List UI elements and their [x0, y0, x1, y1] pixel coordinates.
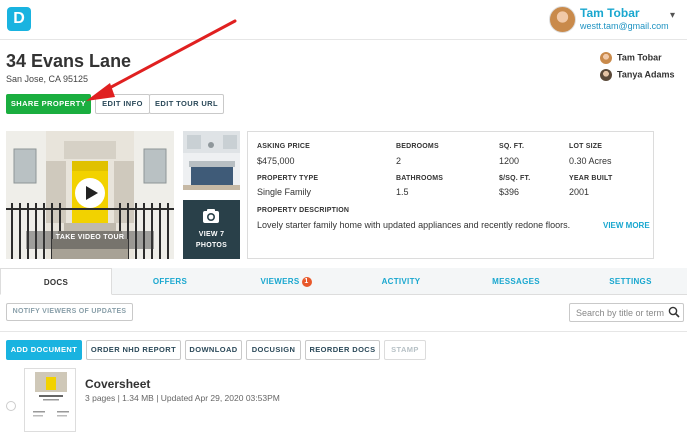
property-type-label: PROPERTY TYPE — [257, 175, 319, 182]
sqft-value: 1200 — [499, 156, 520, 166]
view-photos-button[interactable]: VIEW 7 PHOTOS — [183, 200, 240, 259]
tab-activity[interactable]: ACTIVITY — [344, 268, 458, 295]
photos-label: VIEW 7 PHOTOS — [183, 229, 240, 251]
avatar — [600, 69, 612, 81]
download-button[interactable]: DOWNLOAD — [185, 340, 242, 360]
view-more-link[interactable]: VIEW MORE — [603, 221, 650, 230]
kitchen-photo — [183, 131, 240, 190]
edit-tour-url-button[interactable]: EDIT TOUR URL — [149, 94, 224, 114]
search-icon[interactable] — [668, 306, 680, 318]
avatar — [600, 52, 612, 64]
divider — [0, 331, 687, 332]
price-sqft-label: $/SQ. FT. — [499, 175, 531, 182]
play-icon[interactable] — [74, 177, 106, 209]
bedrooms-value: 2 — [396, 156, 402, 166]
document-thumbnail[interactable] — [24, 368, 76, 432]
bathrooms-value: 1.5 — [396, 187, 409, 197]
photos-label-line1: VIEW 7 — [198, 231, 225, 238]
viewer-name: Tam Tobar — [617, 52, 662, 63]
tab-viewers[interactable]: VIEWERS 1 — [228, 268, 344, 295]
document-preview — [25, 369, 75, 431]
description-text: Lovely starter family home with updated … — [257, 220, 571, 230]
viewer-item[interactable]: Tam Tobar — [600, 52, 662, 64]
camera-icon — [203, 209, 219, 223]
property-address: San Jose, CA 95125 — [6, 74, 89, 84]
tab-viewers-label: VIEWERS — [260, 277, 300, 286]
search-input[interactable] — [569, 303, 684, 322]
chevron-down-icon[interactable]: ▾ — [670, 10, 675, 21]
document-title[interactable]: Coversheet — [85, 377, 150, 391]
sqft-label: SQ. FT. — [499, 143, 525, 150]
bedrooms-label: BEDROOMS — [396, 143, 439, 150]
asking-price-value: $475,000 — [257, 156, 295, 166]
order-nhd-report-button[interactable]: ORDER NHD REPORT — [86, 340, 181, 360]
user-avatar[interactable] — [549, 6, 576, 33]
reorder-docs-button[interactable]: REORDER DOCS — [305, 340, 380, 360]
share-property-button[interactable]: SHARE PROPERTY — [6, 94, 91, 114]
bathrooms-label: BATHROOMS — [396, 175, 444, 182]
select-radio[interactable] — [6, 401, 16, 411]
stamp-button[interactable]: STAMP — [384, 340, 426, 360]
year-built-value: 2001 — [569, 187, 590, 197]
app-logo[interactable]: D — [7, 7, 31, 31]
tab-settings[interactable]: SETTINGS — [574, 268, 687, 295]
year-built-label: YEAR BUILT — [569, 175, 613, 182]
notification-badge: 1 — [301, 277, 312, 287]
photo-thumbnail[interactable] — [183, 131, 240, 190]
property-type-value: Single Family — [257, 187, 312, 197]
notify-viewers-button[interactable]: NOTIFY VIEWERS OF UPDATES — [6, 303, 133, 321]
top-bar: D Tam Tobar westt.tam@gmail.com ▾ — [0, 0, 687, 40]
viewer-item[interactable]: Tanya Adams — [600, 69, 675, 81]
user-name[interactable]: Tam Tobar — [580, 6, 640, 20]
description-label: PROPERTY DESCRIPTION — [257, 207, 350, 214]
lot-size-label: LOT SIZE — [569, 143, 603, 150]
video-tour-tile[interactable]: TAKE VIDEO TOUR — [6, 131, 174, 259]
user-email: westt.tam@gmail.com — [580, 21, 669, 31]
tab-messages[interactable]: MESSAGES — [458, 268, 574, 295]
price-sqft-value: $396 — [499, 187, 520, 197]
video-tour-label: TAKE VIDEO TOUR — [55, 234, 125, 241]
lot-size-value: 0.30 Acres — [569, 156, 612, 166]
tab-docs[interactable]: DOCS — [0, 268, 112, 295]
edit-info-button[interactable]: EDIT INFO — [95, 94, 150, 114]
document-meta: 3 pages | 1.34 MB | Updated Apr 29, 2020… — [85, 393, 280, 403]
asking-price-label: ASKING PRICE — [257, 143, 310, 150]
docusign-button[interactable]: DOCUSIGN — [246, 340, 301, 360]
page-title: 34 Evans Lane — [6, 51, 132, 71]
add-document-button[interactable]: ADD DOCUMENT — [6, 340, 82, 360]
tab-bar: DOCS OFFERS VIEWERS 1 ACTIVITY MESSAGES S… — [0, 268, 687, 295]
tab-offers[interactable]: OFFERS — [112, 268, 228, 295]
photos-label-line2: PHOTOS — [195, 242, 228, 249]
viewer-name: Tanya Adams — [617, 69, 675, 80]
